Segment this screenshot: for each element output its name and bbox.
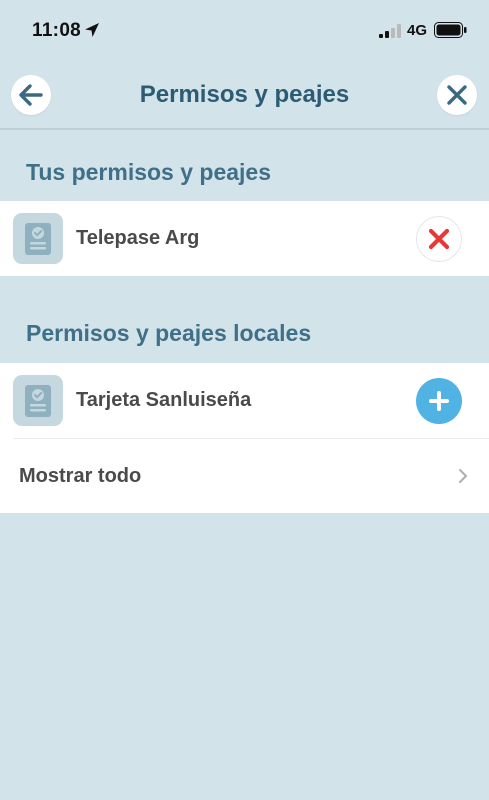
section-title-local-permits: Permisos y peajes locales: [26, 320, 312, 346]
battery-icon: [434, 22, 467, 38]
status-bar: 11:08 4G: [0, 0, 489, 60]
my-permits-list: Telepase Arg: [0, 201, 489, 276]
item-label: Telepase Arg: [76, 227, 200, 249]
network-type: 4G: [407, 22, 428, 39]
close-button[interactable]: [437, 75, 477, 115]
permit-document-icon: [13, 375, 63, 426]
show-all-row[interactable]: Mostrar todo: [0, 438, 489, 513]
show-all-label: Mostrar todo: [19, 465, 142, 487]
local-permits-list: Tarjeta Sanluiseña Mostrar todo: [0, 363, 489, 513]
list-item-telepase[interactable]: Telepase Arg: [0, 201, 489, 276]
close-icon: [428, 228, 450, 250]
status-time: 11:08: [32, 20, 82, 41]
screen: 11:08 4G Permisos y peajes Tus permisos …: [0, 0, 489, 800]
permit-document-icon: [13, 213, 63, 264]
list-item-tarjeta-sanluisena[interactable]: Tarjeta Sanluiseña: [0, 363, 489, 438]
close-icon: [447, 85, 467, 105]
nav-header: Permisos y peajes: [0, 62, 489, 130]
item-label: Tarjeta Sanluiseña: [76, 389, 252, 411]
page-title: Permisos y peajes: [139, 81, 350, 108]
cellular-signal-icon: [379, 24, 401, 38]
location-arrow-icon: [85, 23, 99, 37]
add-button[interactable]: [416, 378, 462, 424]
plus-icon: [429, 391, 449, 411]
chevron-right-icon: [459, 469, 467, 483]
remove-button[interactable]: [416, 216, 462, 262]
section-title-my-permits: Tus permisos y peajes: [26, 159, 272, 185]
